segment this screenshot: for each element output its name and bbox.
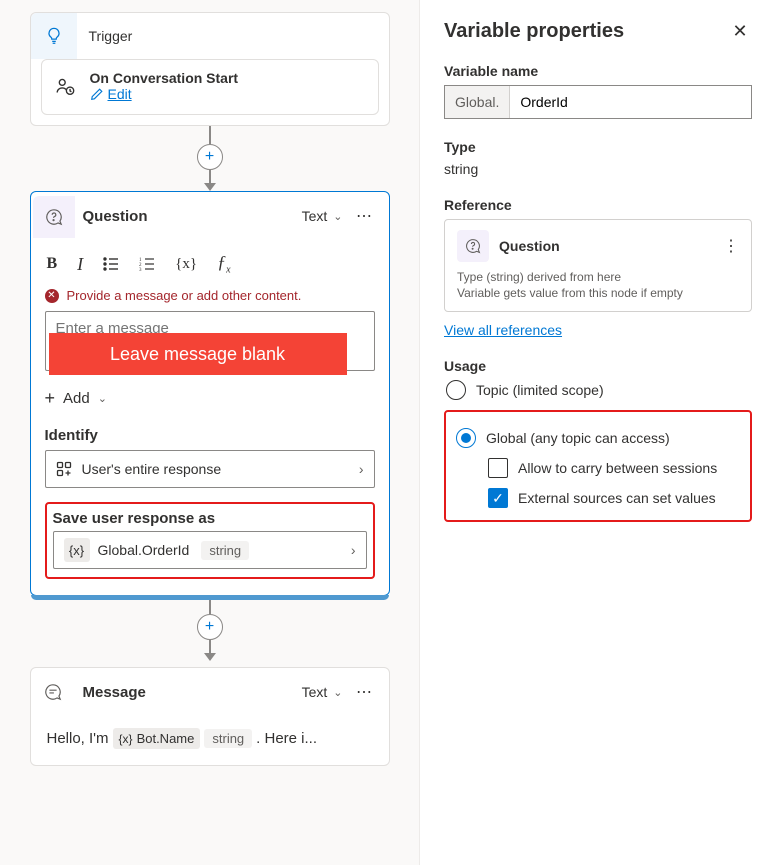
radio-checked-icon xyxy=(456,428,476,448)
more-menu-icon[interactable]: ⋮ xyxy=(723,236,739,256)
italic-button[interactable]: I xyxy=(77,254,83,275)
error-icon: ✕ xyxy=(45,289,59,303)
reference-description: Type (string) derived from here Variable… xyxy=(457,270,739,301)
connector: + xyxy=(8,596,411,661)
bold-button[interactable]: B xyxy=(47,255,58,273)
chevron-right-icon: › xyxy=(351,542,356,558)
external-sources-checkbox[interactable]: ✓ External sources can set values xyxy=(488,488,740,508)
type-value: string xyxy=(444,161,752,177)
identify-picker[interactable]: User's entire response › xyxy=(45,450,375,488)
reference-title: Question xyxy=(499,238,723,254)
usage-topic-radio[interactable]: Topic (limited scope) xyxy=(446,380,752,400)
message-icon xyxy=(31,670,75,714)
variable-chip[interactable]: {x} Bot.Name xyxy=(113,728,201,749)
usage-global-radio[interactable]: Global (any topic can access) xyxy=(456,428,740,448)
usage-label: Usage xyxy=(444,358,752,374)
reference-card[interactable]: Question ⋮ Type (string) derived from he… xyxy=(444,219,752,312)
message-input[interactable] xyxy=(45,311,375,371)
type-label: Type xyxy=(444,139,752,155)
edit-trigger-link[interactable]: Edit xyxy=(90,86,132,102)
authoring-canvas: Trigger On Conversation Start Edit + xyxy=(0,0,420,865)
variable-icon: {x} xyxy=(119,732,133,746)
checkbox-checked-icon: ✓ xyxy=(488,488,508,508)
variable-button[interactable]: {x} xyxy=(175,256,197,273)
rich-text-toolbar: B I 123 {x} ƒx xyxy=(45,246,375,282)
lightbulb-icon xyxy=(31,13,77,59)
carry-sessions-checkbox[interactable]: Allow to carry between sessions xyxy=(488,458,740,478)
view-all-references-link[interactable]: View all references xyxy=(444,322,562,338)
type-chip: string xyxy=(204,729,252,748)
identify-label: Identify xyxy=(45,427,375,444)
add-node-button[interactable]: + xyxy=(197,144,223,170)
conversation-start-icon xyxy=(54,76,78,98)
variable-name-input-wrap: Global. xyxy=(444,85,752,119)
save-response-highlight: Save user response as {x} Global.OrderId… xyxy=(45,502,375,579)
type-chip: string xyxy=(201,541,249,560)
checkbox-icon xyxy=(488,458,508,478)
variable-icon: {x} xyxy=(64,538,90,562)
message-title: Message xyxy=(83,684,302,701)
svg-text:3: 3 xyxy=(139,268,142,271)
trigger-event-title: On Conversation Start xyxy=(90,70,239,86)
numbered-list-button[interactable]: 123 xyxy=(139,257,155,271)
message-body[interactable]: Hello, I'm {x} Bot.Name string . Here i.… xyxy=(31,716,389,765)
question-icon xyxy=(33,196,75,238)
message-node[interactable]: Message Text ⌄ ⋯ Hello, I'm {x} Bot.Name… xyxy=(30,667,390,766)
add-node-button[interactable]: + xyxy=(197,614,223,640)
question-node[interactable]: Question Text ⌄ ⋯ B I 123 {x} xyxy=(30,191,390,596)
question-title: Question xyxy=(83,208,302,225)
trigger-title: Trigger xyxy=(89,28,133,44)
trigger-event-card[interactable]: On Conversation Start Edit xyxy=(41,59,379,115)
validation-error: ✕ Provide a message or add other content… xyxy=(45,288,375,303)
variable-picker[interactable]: {x} Global.OrderId string › xyxy=(53,531,367,569)
pencil-icon xyxy=(90,87,104,101)
variable-name-input[interactable] xyxy=(510,86,751,118)
variable-properties-panel: Variable properties ✕ Variable name Glob… xyxy=(420,0,776,865)
question-icon xyxy=(457,230,489,262)
radio-icon xyxy=(446,380,466,400)
save-response-label: Save user response as xyxy=(53,510,367,527)
usage-global-highlight: Global (any topic can access) Allow to c… xyxy=(444,410,752,522)
chevron-down-icon: ⌄ xyxy=(333,686,342,699)
close-panel-button[interactable]: ✕ xyxy=(728,21,752,42)
trigger-node[interactable]: Trigger On Conversation Start Edit xyxy=(30,12,390,126)
more-menu-icon[interactable]: ⋯ xyxy=(353,682,377,702)
add-content-button[interactable]: + Add ⌄ xyxy=(45,388,375,409)
output-type-dropdown[interactable]: Text ⌄ xyxy=(302,684,343,700)
chevron-down-icon: ⌄ xyxy=(333,210,342,223)
variable-scope-prefix: Global. xyxy=(445,86,510,118)
chevron-right-icon: › xyxy=(359,461,364,477)
entity-icon xyxy=(56,461,72,477)
more-menu-icon[interactable]: ⋯ xyxy=(353,206,377,226)
connector: + xyxy=(8,126,411,191)
output-type-dropdown[interactable]: Text ⌄ xyxy=(302,208,343,224)
formula-button[interactable]: ƒx xyxy=(217,252,230,276)
panel-title: Variable properties xyxy=(444,20,624,43)
chevron-down-icon: ⌄ xyxy=(98,392,107,405)
bullet-list-button[interactable] xyxy=(103,257,119,271)
reference-label: Reference xyxy=(444,197,752,213)
variable-name-label: Variable name xyxy=(444,63,752,79)
